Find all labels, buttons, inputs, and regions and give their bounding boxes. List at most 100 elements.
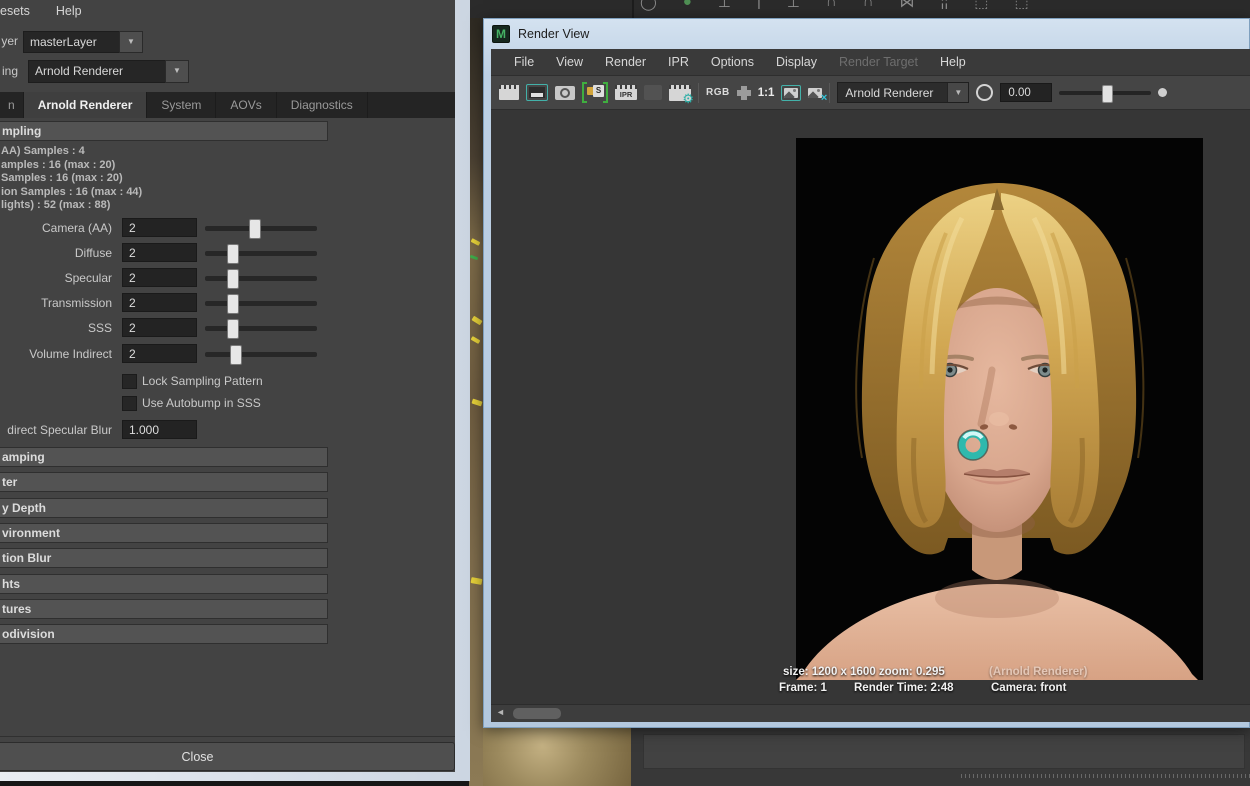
diffuse-field[interactable]: 2 (122, 243, 197, 262)
diffuse-slider-thumb[interactable] (227, 244, 239, 264)
volume-indirect-slider-thumb[interactable] (230, 345, 242, 365)
volume-indirect-slider[interactable] (205, 352, 317, 357)
pause-ipr-icon-disabled (644, 85, 662, 100)
menu-view[interactable]: View (545, 55, 594, 69)
sss-slider-thumb[interactable] (227, 319, 239, 339)
render-view-titlebar[interactable]: M Render View (492, 25, 589, 43)
render-view-title: Render View (518, 27, 589, 41)
render-view-toolbar: S IPR ⚙ RGB 1:1 × Arnold Renderer ▼ 0.00 (491, 76, 1250, 110)
slider-end-dot (1158, 88, 1167, 97)
menu-help[interactable]: Help (56, 4, 82, 18)
aperture-icon[interactable] (976, 84, 993, 101)
real-size-button[interactable]: 1:1 (758, 87, 775, 99)
render-view-window: M Render View File View Render IPR Optio… (483, 18, 1250, 728)
divider-icon: | (757, 0, 761, 11)
section-ray-depth[interactable]: y Depth (0, 498, 328, 518)
render-selected-icon[interactable]: S (582, 82, 608, 103)
renderer-select[interactable]: Arnold Renderer ▼ (837, 82, 969, 103)
section-subdivision[interactable]: odivision (0, 624, 328, 644)
viewport-terrain-bottom (483, 728, 631, 786)
menu-ipr[interactable]: IPR (657, 55, 700, 69)
status-line-icons: ◯ ● ⊥ | ⊥ ∩ ∩ ⋈ ¦¦ ⬚ ⬚ (640, 0, 1029, 11)
camera-aa-slider[interactable] (205, 226, 317, 231)
tab-diagnostics[interactable]: Diagnostics (277, 92, 368, 118)
s-glyph: S (593, 85, 604, 97)
ipr-render-icon[interactable]: IPR (615, 85, 637, 100)
timeline-ticks (961, 774, 1250, 778)
render-view-menubar: File View Render IPR Options Display Ren… (491, 49, 1250, 76)
specular-slider-thumb[interactable] (227, 269, 239, 289)
indirect-specular-blur-field[interactable]: 1.000 (122, 420, 197, 439)
settings-tab-bar: n Arnold Renderer System AOVs Diagnostic… (0, 92, 455, 118)
diffuse-slider[interactable] (205, 251, 317, 256)
remove-image-icon[interactable]: × (808, 88, 822, 98)
camera-aa-label: Camera (AA) (0, 221, 112, 235)
green-dot-icon: ● (683, 0, 692, 11)
specular-field[interactable]: 2 (122, 268, 197, 287)
alpha-channel-icon[interactable] (737, 86, 751, 100)
section-clamping[interactable]: amping (0, 447, 328, 467)
section-motion-blur[interactable]: tion Blur (0, 548, 328, 568)
sss-field[interactable]: 2 (122, 318, 197, 337)
keep-image-icon[interactable] (781, 85, 801, 101)
scroll-left-arrow-icon[interactable]: ◄ (496, 707, 505, 717)
render-view-canvas: size: 1200 x 1600 zoom: 0.295 (Arnold Re… (491, 110, 1250, 704)
section-textures[interactable]: tures (0, 599, 328, 619)
section-sampling[interactable]: mpling (0, 121, 328, 141)
diffuse-label: Diffuse (0, 246, 112, 260)
render-using-select[interactable]: Arnold Renderer (28, 60, 175, 83)
menu-help[interactable]: Help (929, 55, 977, 69)
section-environment[interactable]: vironment (0, 523, 328, 543)
render-layer-label: yer (0, 34, 18, 48)
redo-render-icon[interactable] (499, 85, 519, 100)
menu-display[interactable]: Display (765, 55, 828, 69)
menu-render-target: Render Target (828, 55, 929, 69)
tab-common[interactable]: n (0, 92, 24, 118)
menu-file[interactable]: File (503, 55, 545, 69)
render-layer-dropdown-arrow-icon[interactable]: ▼ (119, 31, 143, 53)
lock-sampling-pattern-checkbox[interactable] (122, 374, 137, 389)
render-layer-select[interactable]: masterLayer (23, 31, 129, 53)
volume-indirect-field[interactable]: 2 (122, 344, 197, 363)
menu-presets[interactable]: esets (0, 4, 30, 18)
transmission-field[interactable]: 2 (122, 293, 197, 312)
snap-point-icon: ⊥ (787, 0, 800, 11)
horizontal-scrollbar[interactable]: ◄ (491, 704, 1250, 722)
use-autobump-sss-checkbox[interactable] (122, 396, 137, 411)
exposure-field[interactable]: 0.00 (1000, 83, 1052, 102)
scrollbar-thumb[interactable] (513, 708, 561, 719)
exposure-slider-thumb[interactable] (1102, 85, 1113, 103)
volume-indirect-label: Volume Indirect (0, 347, 112, 361)
indirect-specular-blur-label: direct Specular Blur (0, 423, 112, 437)
transmission-slider-thumb[interactable] (227, 294, 239, 314)
specular-slider[interactable] (205, 276, 317, 281)
magnet-icon: ∩ (863, 0, 874, 11)
close-button[interactable]: Close (0, 742, 455, 771)
dashed-box-icon: ⬚ (1014, 0, 1028, 11)
status-render-time: Render Time: 2:48 (854, 682, 954, 694)
bars-icon: ¦¦ (940, 0, 948, 11)
section-lights[interactable]: hts (0, 574, 328, 594)
render-settings-menubar: esets Help (0, 4, 82, 18)
camera-aa-slider-thumb[interactable] (249, 219, 261, 239)
tab-arnold-renderer[interactable]: Arnold Renderer (24, 92, 148, 118)
section-filter[interactable]: ter (0, 472, 328, 492)
tab-aovs[interactable]: AOVs (216, 92, 276, 118)
snapshot-camera-icon[interactable] (555, 86, 575, 100)
tab-system[interactable]: System (147, 92, 216, 118)
x-glyph: × (821, 92, 827, 104)
sampling-info-text: AA) Samples : 4 amples : 16 (max : 20) S… (1, 145, 142, 213)
sss-slider[interactable] (205, 326, 317, 331)
camera-aa-field[interactable]: 2 (122, 218, 197, 237)
transmission-slider[interactable] (205, 301, 317, 306)
rendered-image (796, 138, 1203, 680)
menu-options[interactable]: Options (700, 55, 765, 69)
render-region-icon[interactable] (526, 84, 548, 101)
rgb-channels-button[interactable]: RGB (706, 87, 730, 98)
render-settings-icon[interactable]: ⚙ (669, 85, 691, 101)
render-using-dropdown-arrow-icon[interactable]: ▼ (165, 60, 189, 83)
transmission-label: Transmission (0, 296, 112, 310)
exposure-slider[interactable] (1059, 91, 1151, 95)
menu-render[interactable]: Render (594, 55, 657, 69)
renderer-select-arrow-icon[interactable]: ▼ (947, 83, 968, 102)
